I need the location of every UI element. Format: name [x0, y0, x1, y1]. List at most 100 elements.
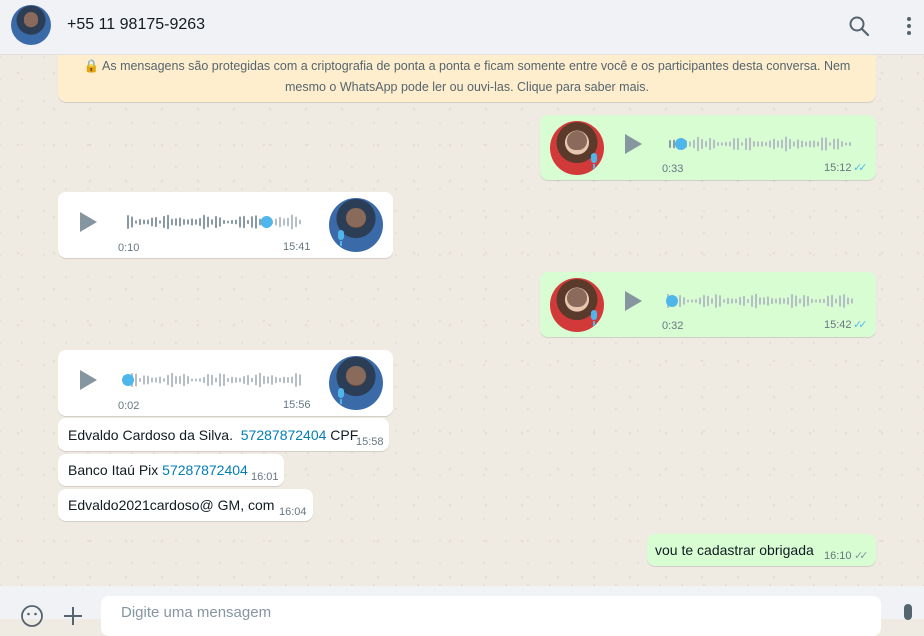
waveform-bar — [191, 218, 193, 226]
audio-waveform[interactable] — [666, 291, 854, 311]
text-message[interactable]: Edvaldo Cardoso da Silva. 57287872404 CP… — [58, 418, 389, 451]
contact-avatar[interactable] — [11, 5, 51, 45]
waveform-bar — [709, 137, 711, 151]
waveform-bar — [155, 377, 157, 383]
audio-waveform[interactable] — [126, 212, 304, 232]
read-ticks-icon: ✓✓ — [853, 162, 868, 174]
phone-link[interactable]: 57287872404 — [162, 462, 248, 478]
contact-name[interactable]: +55 11 98175-9263 — [67, 16, 205, 34]
waveform-bar — [715, 294, 717, 308]
waveform-bar — [789, 138, 791, 150]
message-input-box[interactable] — [101, 596, 881, 636]
waveform-bar — [131, 216, 133, 228]
text-message[interactable]: Banco Itaú Pix 57287872404 16:01 — [58, 454, 284, 486]
encryption-notice[interactable]: 🔒 As mensagens são protegidas com a crip… — [58, 55, 876, 102]
waveform-bar — [793, 141, 795, 147]
waveform-bar — [215, 215, 217, 229]
emoji-icon[interactable] — [20, 604, 44, 628]
voice-message[interactable]: 0:32 15:42 ✓✓ — [540, 272, 876, 337]
waveform-bar — [705, 140, 707, 148]
waveform-bar — [243, 215, 245, 229]
waveform-bar — [783, 298, 785, 304]
waveform-bar — [845, 142, 847, 146]
play-button[interactable] — [625, 134, 642, 154]
waveform-bar — [275, 376, 277, 384]
waveform-bar — [195, 378, 197, 382]
waveform-bar — [747, 298, 749, 304]
waveform-bar — [227, 220, 229, 224]
waveform-bar — [211, 219, 213, 225]
message-text-part: Edvaldo Cardoso da Silva. — [68, 427, 241, 443]
audio-progress-dot — [675, 138, 688, 150]
waveform-bar — [275, 218, 277, 226]
waveform-bar — [135, 373, 137, 387]
waveform-bar — [171, 218, 173, 226]
attach-icon[interactable] — [61, 604, 85, 628]
waveform-bar — [737, 137, 739, 151]
audio-progress-dot — [666, 295, 678, 307]
voice-message[interactable]: 0:33 15:12 ✓✓ — [540, 115, 876, 180]
encryption-notice-line1: 🔒 As mensagens são protegidas com a crip… — [83, 59, 851, 73]
waveform-bar — [139, 218, 141, 226]
waveform-bar — [777, 140, 779, 148]
waveform-bar — [797, 139, 799, 149]
waveform-bar — [827, 295, 829, 307]
waveform-bar — [847, 297, 849, 305]
waveform-bar — [739, 296, 741, 306]
waveform-bar — [219, 217, 221, 227]
search-icon[interactable] — [847, 14, 871, 38]
waveform-bar — [299, 374, 301, 386]
menu-icon[interactable] — [897, 14, 921, 38]
waveform-bar — [673, 139, 675, 149]
waveform-bar — [815, 299, 817, 303]
mic-icon — [591, 153, 597, 169]
waveform-bar — [187, 375, 189, 385]
message-time: 15:42 — [824, 319, 852, 331]
waveform-bar — [223, 219, 225, 225]
waveform-bar — [159, 220, 161, 224]
waveform-bar — [239, 377, 241, 383]
audio-duration: 0:32 — [662, 320, 684, 332]
mic-icon — [338, 388, 344, 404]
text-message[interactable]: vou te cadastrar obrigada 16:10 ✓✓ — [647, 534, 876, 566]
waveform-bar — [271, 375, 273, 385]
waveform-bar — [199, 378, 201, 382]
text-message[interactable]: Edvaldo2021cardoso@ GM, com 16:04 — [58, 489, 313, 521]
waveform-bar — [267, 376, 269, 384]
waveform-bar — [703, 294, 705, 308]
message-time: 15:56 — [283, 399, 311, 411]
voice-message[interactable]: 0:02 15:56 — [58, 350, 393, 416]
phone-link[interactable]: 57287872404 — [241, 427, 327, 443]
audio-waveform[interactable] — [122, 370, 304, 390]
waveform-bar — [683, 297, 685, 305]
waveform-bar — [849, 141, 851, 147]
waveform-bar — [837, 138, 839, 150]
waveform-bar — [833, 138, 835, 150]
waveform-bar — [835, 298, 837, 304]
mic-icon[interactable] — [900, 604, 916, 628]
message-time: 15:12 — [824, 162, 852, 174]
play-button[interactable] — [625, 291, 642, 311]
waveform-bar — [211, 374, 213, 386]
waveform-bar — [713, 139, 715, 149]
play-button[interactable] — [80, 212, 97, 232]
voice-message[interactable]: 0:10 15:41 — [58, 192, 393, 258]
chat-area[interactable]: 🔒 As mensagens são protegidas com a crip… — [0, 55, 924, 586]
waveform-bar — [283, 218, 285, 226]
waveform-bar — [251, 216, 253, 228]
waveform-bar — [183, 219, 185, 225]
delivered-ticks-icon: ✓✓ — [854, 550, 869, 562]
waveform-bar — [813, 140, 815, 148]
waveform-bar — [199, 217, 201, 227]
waveform-bar — [143, 375, 145, 385]
waveform-bar — [143, 219, 145, 225]
waveform-bar — [255, 374, 257, 386]
audio-waveform[interactable] — [668, 134, 854, 154]
waveform-bar — [283, 376, 285, 384]
waveform-bar — [231, 219, 233, 225]
mic-icon — [338, 230, 344, 246]
message-input[interactable] — [119, 603, 863, 622]
play-button[interactable] — [80, 370, 97, 390]
waveform-bar — [809, 140, 811, 148]
waveform-bar — [179, 217, 181, 227]
